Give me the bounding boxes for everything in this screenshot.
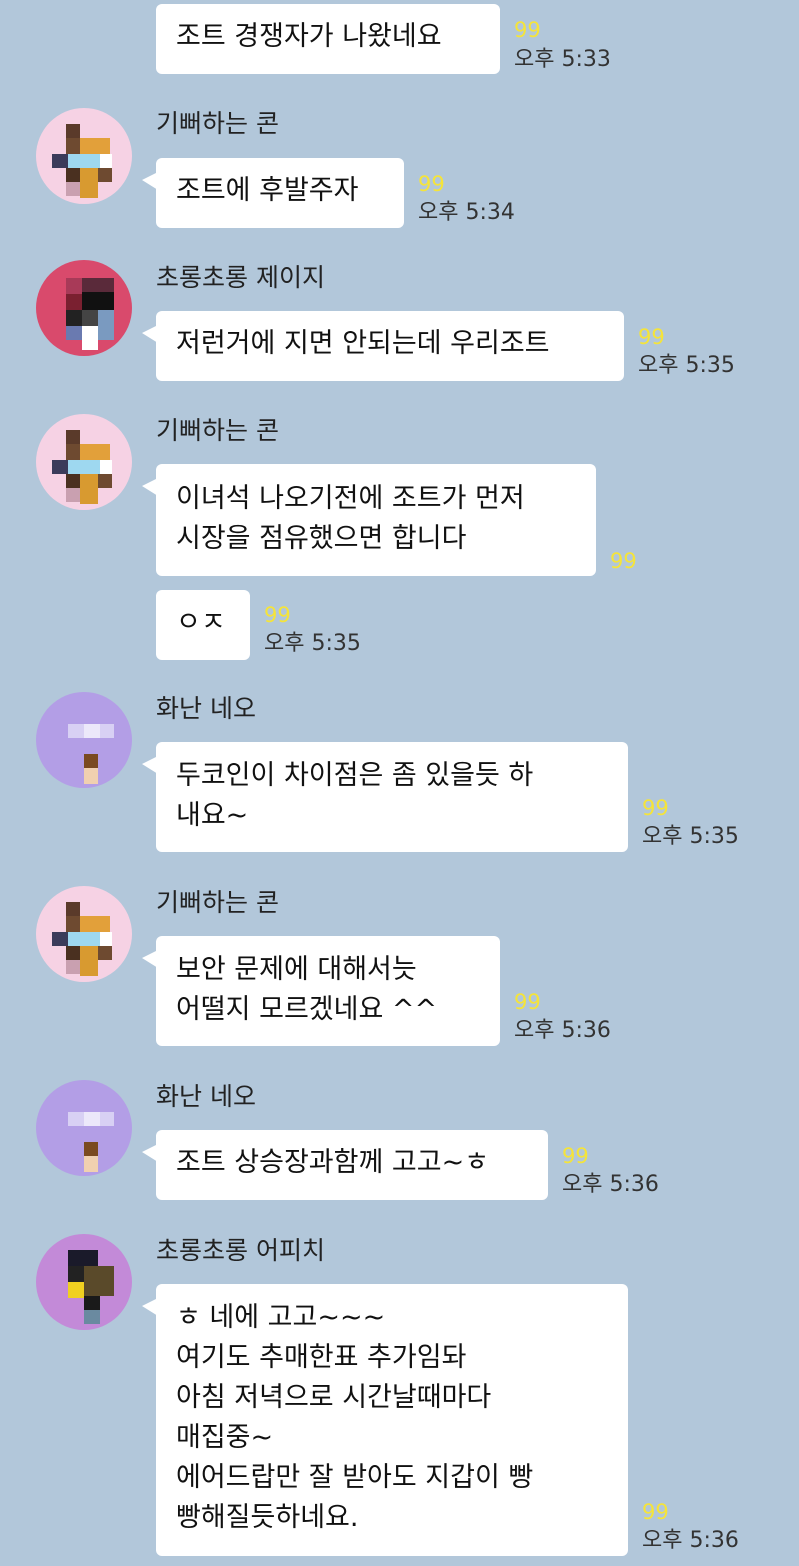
message-line: 여기도 추매한표 추가임돠 xyxy=(176,1342,467,1373)
message-line: 빵해질듯하네요. xyxy=(176,1502,359,1533)
message-bubble[interactable]: ㅇㅈ xyxy=(156,590,250,660)
unread-count: 99 xyxy=(610,549,637,573)
message-line: 두코인이 차이점은 좀 있을듯 하 xyxy=(176,760,534,791)
message-text: ㅇㅈ xyxy=(176,607,226,638)
unread-count: 99 xyxy=(638,325,665,349)
message-time: 오후 5:35 xyxy=(642,824,739,849)
message-time: 오후 5:36 xyxy=(514,1018,611,1043)
avatar-kon[interactable] xyxy=(36,108,132,204)
avatar-kon[interactable] xyxy=(36,886,132,982)
unread-count: 99 xyxy=(418,172,445,196)
unread-count: 99 xyxy=(642,796,669,820)
message-text: 조트 상승장과함께 고고~ㅎ xyxy=(176,1147,490,1178)
sender-name: 초롱초롱 제이지 xyxy=(156,263,325,292)
message-line: 이녀석 나오기전에 조트가 먼저 xyxy=(176,483,525,514)
message-time: 오후 5:33 xyxy=(514,47,611,72)
avatar-jayg[interactable] xyxy=(36,260,132,356)
avatar-neo[interactable] xyxy=(36,692,132,788)
message-line: 보안 문제에 대해서늣 xyxy=(176,954,417,985)
message-time: 오후 5:35 xyxy=(638,353,735,378)
unread-count: 99 xyxy=(264,603,291,627)
message-line: 에어드랍만 잘 받아도 지갑이 빵 xyxy=(176,1462,534,1493)
message-bubble[interactable]: 저런거에 지면 안되는데 우리조트 xyxy=(142,311,624,381)
sender-name: 화난 네오 xyxy=(156,694,256,723)
message-line: 아침 저녁으로 시간날때마다 xyxy=(176,1382,492,1413)
sender-name: 화난 네오 xyxy=(156,1082,256,1111)
message-line: 매집중~ xyxy=(176,1422,274,1453)
unread-count: 99 xyxy=(562,1144,589,1168)
avatar-kon[interactable] xyxy=(36,414,132,510)
message-time: 오후 5:35 xyxy=(264,631,361,656)
message-bubble[interactable]: ㅎ 네에 고고~~~ 여기도 추매한표 추가임돠 아침 저녁으로 시간날때마다 … xyxy=(142,1284,628,1556)
message-line: 내요~ xyxy=(176,800,249,831)
message-time: 오후 5:36 xyxy=(642,1528,739,1553)
message-bubble[interactable]: 이녀석 나오기전에 조트가 먼저 시장을 점유했으면 합니다 xyxy=(142,464,596,576)
message-text: 조트 경쟁자가 나왔네요 xyxy=(176,21,442,52)
message-bubble[interactable]: 보안 문제에 대해서늣 어떨지 모르겠네요 ^^ xyxy=(142,936,500,1046)
message-time: 오후 5:36 xyxy=(562,1172,659,1197)
message-line: 시장을 점유했으면 합니다 xyxy=(176,523,467,554)
message-line: ㅎ 네에 고고~~~ xyxy=(176,1302,386,1333)
sender-name: 기뻐하는 콘 xyxy=(156,109,279,138)
avatar-apeach[interactable] xyxy=(36,1234,132,1330)
message-line: 어떨지 모르겠네요 ^^ xyxy=(176,994,438,1025)
message-text: 저런거에 지면 안되는데 우리조트 xyxy=(176,328,550,359)
message-bubble[interactable]: 조트에 후발주자 xyxy=(142,158,404,228)
unread-count: 99 xyxy=(514,990,541,1014)
message-bubble[interactable]: 두코인이 차이점은 좀 있을듯 하 내요~ xyxy=(142,742,628,852)
unread-count: 99 xyxy=(514,18,541,42)
message-bubble[interactable]: 조트 상승장과함께 고고~ㅎ xyxy=(142,1130,548,1200)
avatar-neo[interactable] xyxy=(36,1080,132,1176)
message-text: 조트에 후발주자 xyxy=(176,175,359,206)
sender-name: 기뻐하는 콘 xyxy=(156,888,279,917)
sender-name: 초롱초롱 어피치 xyxy=(156,1236,325,1265)
sender-name: 기뻐하는 콘 xyxy=(156,416,279,445)
message-bubble[interactable]: 조트 경쟁자가 나왔네요 xyxy=(156,4,500,74)
unread-count: 99 xyxy=(642,1500,669,1524)
message-time: 오후 5:34 xyxy=(418,200,515,225)
